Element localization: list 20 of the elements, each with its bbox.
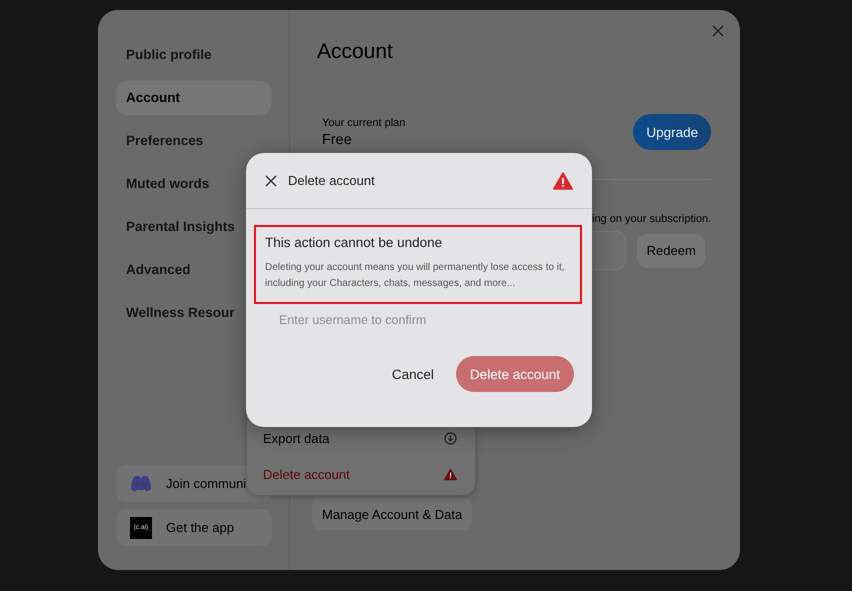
download-icon bbox=[444, 432, 457, 444]
warning-icon bbox=[553, 170, 573, 190]
dialog-title: Delete account bbox=[288, 173, 376, 188]
subscription-note: ing on your subscription. bbox=[592, 213, 712, 225]
sidebar-item[interactable]: Account bbox=[116, 81, 271, 115]
plan-label: Your current plan bbox=[322, 116, 406, 128]
warning-text: Deleting your account means you will permanently lose access to it, including your Characters, chats, messages, and more... bbox=[265, 261, 566, 291]
cancel-button[interactable]: Cancel bbox=[392, 366, 434, 382]
page-title: Account bbox=[317, 40, 394, 64]
sidebar-item[interactable]: Public profile bbox=[116, 38, 271, 72]
username-field[interactable]: Enter username to confirm bbox=[279, 310, 519, 330]
upgrade-button[interactable]: Upgrade bbox=[633, 114, 712, 150]
warning-icon bbox=[444, 468, 457, 480]
redeem-button[interactable]: Redeem bbox=[637, 234, 706, 268]
close-icon[interactable] bbox=[265, 174, 277, 186]
plan-value: Free bbox=[322, 132, 353, 148]
warning-title: This action cannot be undone bbox=[265, 235, 444, 250]
game-controller-icon bbox=[130, 475, 152, 492]
sidebar-item[interactable]: Preferences bbox=[116, 124, 271, 158]
manage-account-button[interactable]: Manage Account & Data bbox=[312, 498, 472, 530]
